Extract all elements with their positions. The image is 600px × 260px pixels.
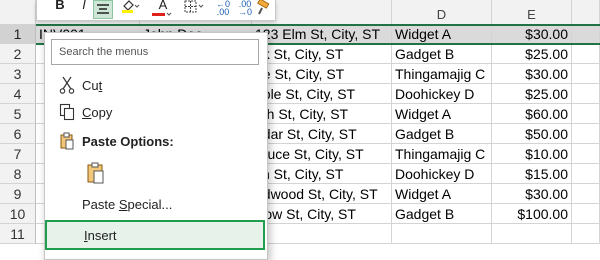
column-header-d[interactable]: D <box>392 0 492 24</box>
menu-item-cut-label: Cut <box>82 78 103 93</box>
borders-icon <box>184 0 204 13</box>
row-header[interactable]: 5 <box>0 104 36 124</box>
cell-f[interactable] <box>572 184 600 204</box>
paste-icon <box>57 132 77 152</box>
cell-f[interactable] <box>572 144 600 164</box>
cell-d[interactable] <box>392 224 492 244</box>
cell-c[interactable]: edar St, City, ST <box>252 124 392 144</box>
cell-c[interactable]: pruce St, City, ST <box>252 144 392 164</box>
cell-d[interactable]: Gadget B <box>392 44 492 64</box>
align-center-icon <box>97 4 109 14</box>
cell-e[interactable]: $50.00 <box>492 124 572 144</box>
menu-item-cut[interactable]: Cut <box>45 73 265 99</box>
paste-clipboard-icon <box>87 162 104 184</box>
bold-button[interactable]: B <box>51 0 69 19</box>
cell-f[interactable] <box>572 164 600 184</box>
mini-toolbar: B I A ←0 .00 .00 →0 <box>36 0 276 21</box>
cell-c[interactable]: aple St, City, ST <box>252 84 392 104</box>
paste-option-keep-formatting[interactable] <box>85 161 109 185</box>
cell-f[interactable] <box>572 204 600 224</box>
font-color-button[interactable]: A <box>151 0 175 19</box>
column-header-e[interactable]: E <box>492 0 572 24</box>
cell-e[interactable]: $25.00 <box>492 84 572 104</box>
align-center-button[interactable] <box>93 0 113 19</box>
cell-f[interactable] <box>572 84 600 104</box>
font-color-label: A <box>158 0 168 12</box>
cell-f[interactable] <box>572 44 600 64</box>
cell-f[interactable] <box>572 224 600 244</box>
scissors-icon <box>57 76 77 96</box>
format-painter-button[interactable] <box>255 0 273 19</box>
cell-d[interactable]: Doohickey D <box>392 84 492 104</box>
fill-color-icon <box>122 0 140 13</box>
cell-c[interactable]: ak St, City, ST <box>252 44 392 64</box>
cell-c[interactable]: rch St, City, ST <box>252 104 392 124</box>
cell-c[interactable]: sh St, City, ST <box>252 164 392 184</box>
row-header[interactable]: 7 <box>0 144 36 164</box>
cell-c[interactable]: edwood St, City, ST <box>252 184 392 204</box>
row-header[interactable]: 1 <box>0 24 36 44</box>
cell-e[interactable]: $30.00 <box>492 24 572 44</box>
cell-c[interactable] <box>252 224 392 244</box>
menu-search-input[interactable]: Search the menus <box>51 39 259 65</box>
cell-c[interactable]: 123 Elm St, City, ST <box>252 24 392 44</box>
cell-f[interactable] <box>572 104 600 124</box>
cell-d[interactable]: Doohickey D <box>392 164 492 184</box>
menu-item-copy-label: Copy <box>82 105 113 120</box>
row-header[interactable]: 4 <box>0 84 36 104</box>
cell-d[interactable]: Widget A <box>392 24 492 44</box>
menu-item-paste-special[interactable]: Paste Special... <box>45 192 265 218</box>
cell-e[interactable]: $30.00 <box>492 184 572 204</box>
cell-d[interactable]: Gadget B <box>392 204 492 224</box>
italic-button[interactable]: I <box>75 0 93 19</box>
cell-e[interactable]: $100.00 <box>492 204 572 224</box>
cell-e[interactable] <box>492 224 572 244</box>
row-header[interactable]: 9 <box>0 184 36 204</box>
cell-d[interactable]: Widget A <box>392 184 492 204</box>
row-header[interactable]: 8 <box>0 164 36 184</box>
cell-e[interactable]: $30.00 <box>492 64 572 84</box>
cell-e[interactable]: $60.00 <box>492 104 572 124</box>
cell-d[interactable]: Thingamajig C <box>392 64 492 84</box>
cell-d[interactable]: Widget A <box>392 104 492 124</box>
copy-icon <box>57 103 77 123</box>
column-header-f[interactable] <box>572 0 600 24</box>
cell-f[interactable] <box>572 124 600 144</box>
cell-d[interactable]: Thingamajig C <box>392 144 492 164</box>
font-color-icon <box>152 12 172 16</box>
decrease-decimal-button[interactable]: .00 →0 <box>235 0 255 19</box>
increase-decimal-button[interactable]: ←0 .00 <box>213 0 233 19</box>
row-header[interactable]: 2 <box>0 44 36 64</box>
cell-f[interactable] <box>572 24 600 44</box>
row-header[interactable]: 10 <box>0 204 36 224</box>
borders-button[interactable] <box>183 0 207 19</box>
cell-f[interactable] <box>572 64 600 84</box>
fill-color-button[interactable] <box>119 0 141 19</box>
row-header[interactable]: 11 <box>0 224 36 244</box>
paste-options-label: Paste Options: <box>82 134 174 149</box>
cell-e[interactable]: $15.00 <box>492 164 572 184</box>
row-header[interactable]: 3 <box>0 64 36 84</box>
cell-c[interactable]: illow St, City, ST <box>252 204 392 224</box>
cell-e[interactable]: $10.00 <box>492 144 572 164</box>
cell-d[interactable]: Gadget B <box>392 124 492 144</box>
menu-item-insert[interactable]: Insert <box>45 220 265 250</box>
menu-item-copy[interactable]: Copy <box>45 100 265 126</box>
paste-options-header: Paste Options: <box>45 129 265 155</box>
context-menu: Search the menus Cut Copy Paste Options:… <box>44 32 268 260</box>
row-header[interactable]: 6 <box>0 124 36 144</box>
menu-item-paste-special-label: Paste Special... <box>82 197 173 212</box>
format-painter-icon <box>257 0 270 15</box>
cell-c[interactable]: ne St, City, ST <box>252 64 392 84</box>
select-all-corner[interactable] <box>0 0 36 24</box>
cell-e[interactable]: $25.00 <box>492 44 572 64</box>
menu-item-insert-label: Insert <box>84 228 117 243</box>
